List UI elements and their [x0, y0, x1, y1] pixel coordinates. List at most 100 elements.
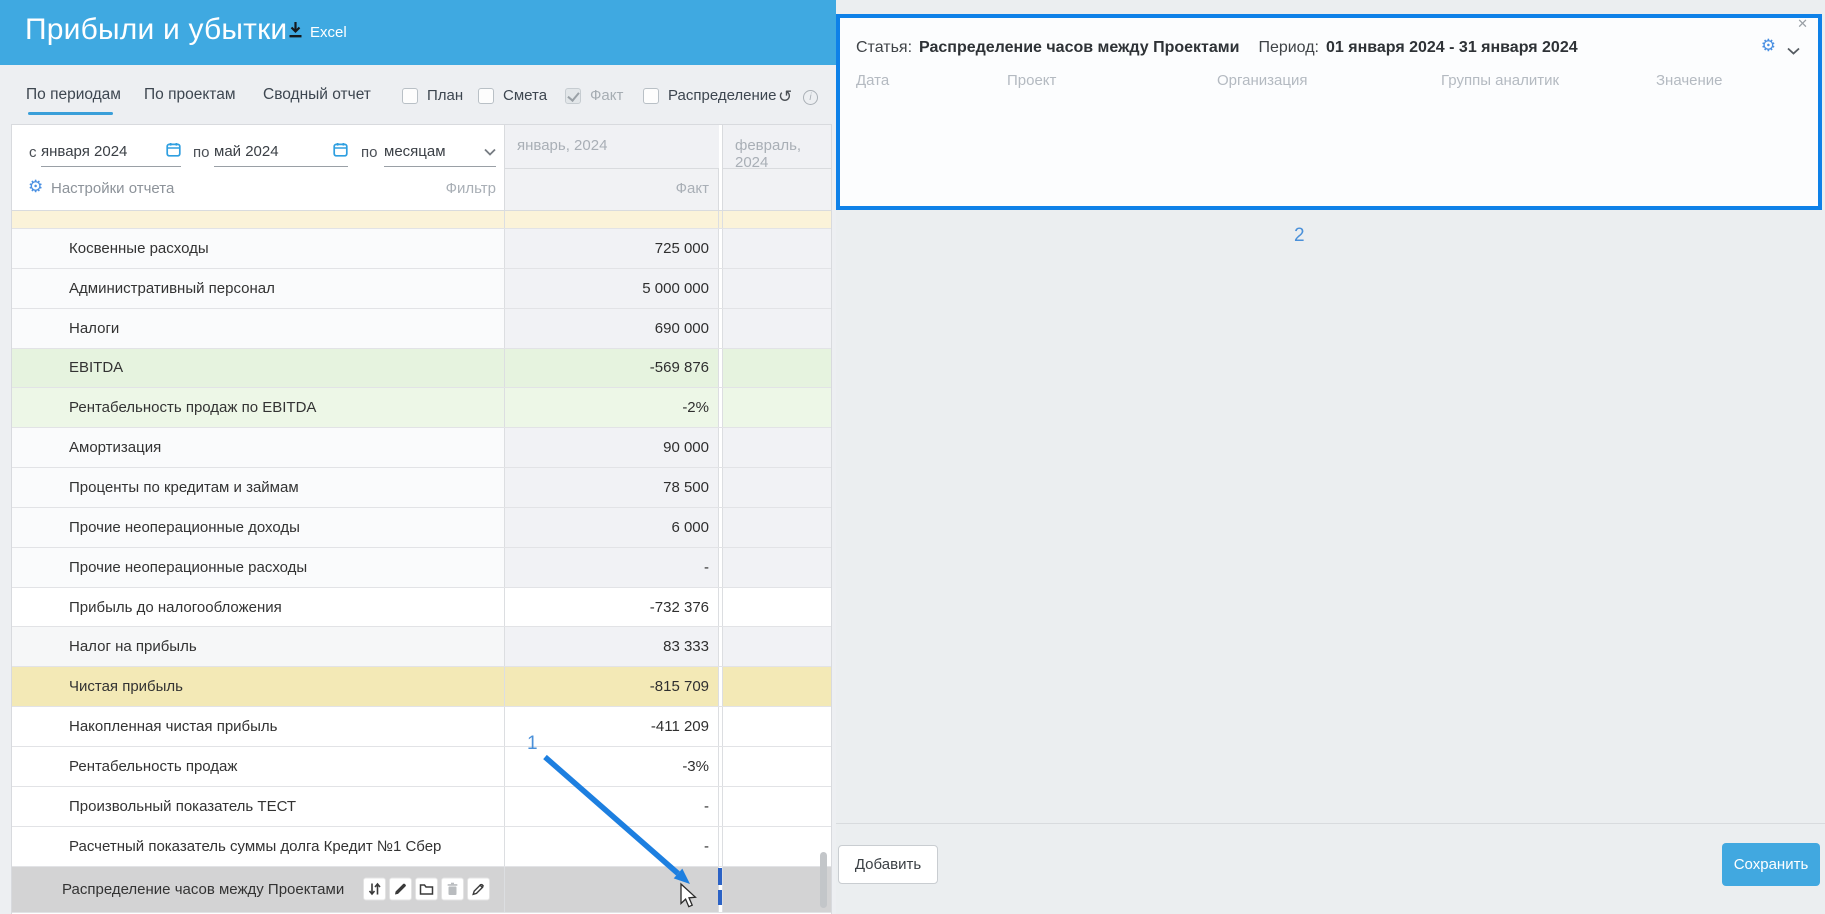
report-settings-link[interactable]: Настройки отчета	[51, 180, 174, 197]
table-row[interactable]: Прочие неоперационные расходы -	[12, 547, 831, 588]
report-settings-row: ⚙ Настройки отчета Фильтр	[12, 169, 504, 210]
tab-by-projects[interactable]: По проектам	[144, 86, 235, 104]
edit-row-icon[interactable]	[389, 877, 412, 901]
save-button[interactable]: Сохранить	[1722, 843, 1820, 886]
calendar-icon[interactable]	[333, 142, 348, 162]
panel-chevron-down-icon[interactable]	[1787, 42, 1800, 60]
distribution-panel: Статья: Распределение часов между Проект…	[836, 14, 1822, 210]
table-row[interactable]: Прибыль до налогообложения -732 376	[12, 587, 831, 628]
checkbox-fact[interactable]: Факт	[565, 87, 623, 104]
row-value-january	[504, 866, 724, 912]
table-row[interactable]: Проценты по кредитам и займам 78 500	[12, 468, 831, 508]
row-value-february	[722, 866, 831, 912]
row-value-february	[722, 826, 831, 866]
row-value-february	[722, 547, 831, 587]
checkbox-plan[interactable]: План	[402, 87, 463, 104]
table-row[interactable]: Распределение часов между Проектами	[12, 866, 831, 913]
panel-footer-separator	[836, 823, 1825, 824]
row-label: Амортизация	[12, 428, 504, 468]
subheader-fact: Факт	[504, 169, 719, 210]
table-row[interactable]: Произвольный показатель ТЕСТ -	[12, 786, 831, 827]
row-value-february	[722, 587, 831, 627]
row-value-january: 90 000	[504, 428, 719, 468]
row-value-january: -569 876	[504, 348, 719, 388]
delete-row-icon[interactable]	[441, 877, 464, 901]
row-label: Распределение часов между Проектами	[12, 866, 504, 912]
row-value-january: -815 709	[504, 667, 719, 707]
row-value-february	[722, 428, 831, 468]
table-row[interactable]: Административный персонал 5 000 000	[12, 268, 831, 309]
group-by-label: по	[361, 144, 378, 161]
article-label: Статья:	[856, 39, 913, 56]
date-from-input[interactable]: января 2024	[41, 137, 181, 167]
column-header-january: январь, 2024	[504, 125, 719, 169]
table-row[interactable]: Амортизация 90 000	[12, 428, 831, 469]
row-value-february	[722, 388, 831, 428]
excel-label: Excel	[310, 23, 347, 41]
row-value-february	[722, 229, 831, 268]
table-row[interactable]: Чистая прибыль -815 709	[12, 667, 831, 708]
row-label: Прочие неоперационные расходы	[12, 547, 504, 587]
row-value-january: 690 000	[504, 308, 719, 348]
row-label: Рентабельность продаж	[12, 746, 504, 786]
subheader-february	[722, 169, 831, 210]
checkbox-distribution[interactable]: Распределение	[643, 87, 777, 104]
row-label: Чистая прибыль	[12, 667, 504, 707]
group-by-select[interactable]: месяцам	[384, 137, 496, 167]
row-value-january: 6 000	[504, 507, 719, 547]
row-value-february	[722, 348, 831, 388]
row-label: Рентабельность продаж по EBITDA	[12, 388, 504, 428]
row-value-january: -3%	[504, 746, 719, 786]
row-value-january: -	[504, 547, 719, 587]
table-row[interactable]: Накопленная чистая прибыль -411 209	[12, 707, 831, 747]
row-toolbar	[363, 877, 490, 901]
move-row-icon[interactable]	[363, 877, 386, 901]
table-row[interactable]: Рентабельность продаж по EBITDA -2%	[12, 388, 831, 429]
screen: Прибыли и убытки Excel По периодам По пр…	[0, 0, 1825, 914]
table-row[interactable]: EBITDA -569 876	[12, 348, 831, 389]
table-row[interactable]: Прочие неоперационные доходы 6 000	[12, 507, 831, 548]
info-icon[interactable]: i	[803, 90, 818, 105]
gear-icon[interactable]: ⚙	[28, 178, 43, 195]
to-label: по	[193, 144, 210, 161]
table-row[interactable]: Налоги 690 000	[12, 308, 831, 349]
from-label: с	[29, 144, 37, 161]
table-row[interactable]: Налог на прибыль 83 333	[12, 627, 831, 668]
row-label: Расчетный показатель суммы долга Кредит …	[12, 826, 504, 866]
row-label: Произвольный показатель ТЕСТ	[12, 786, 504, 826]
undo-icon[interactable]: ↺	[778, 88, 792, 105]
checkbox-icon	[565, 87, 581, 104]
folder-icon[interactable]	[415, 877, 438, 901]
table-row[interactable]: Косвенные расходы 725 000	[12, 229, 831, 269]
panel-col-analytics-groups: Группы аналитик	[1441, 72, 1560, 89]
checkbox-smeta[interactable]: Смета	[478, 87, 547, 104]
excel-export-button[interactable]: Excel	[287, 21, 347, 43]
pipette-icon[interactable]	[467, 877, 490, 901]
table-row[interactable]: Рентабельность продаж -3%	[12, 746, 831, 787]
row-value-january: 725 000	[504, 229, 719, 268]
row-value-february	[722, 627, 831, 667]
panel-col-date: Дата	[856, 72, 890, 89]
row-value-february	[722, 746, 831, 786]
row-label: Прибыль до налогообложения	[12, 587, 504, 627]
report-table-card: с января 2024 по май 2024 по месяцам ⚙ Н…	[11, 124, 832, 914]
row-label: Проценты по кредитам и займам	[12, 468, 504, 507]
panel-close-icon[interactable]: ✕	[1797, 16, 1808, 32]
tab-summary-report[interactable]: Сводный отчет	[263, 86, 371, 104]
period-filters: с января 2024 по май 2024 по месяцам ⚙ Н…	[12, 125, 504, 210]
add-button[interactable]: Добавить	[838, 845, 938, 884]
vertical-scrollbar-thumb[interactable]	[820, 852, 827, 908]
article-value: Распределение часов между Проектами	[919, 39, 1240, 56]
calendar-icon[interactable]	[166, 142, 181, 162]
date-to-input[interactable]: май 2024	[214, 137, 348, 167]
table-row[interactable]: Расчетный показатель суммы долга Кредит …	[12, 826, 831, 867]
row-value-january: -	[504, 786, 719, 826]
column-header-february: февраль, 2024	[722, 125, 831, 171]
panel-gear-icon[interactable]: ⚙	[1761, 37, 1776, 54]
download-icon	[287, 21, 304, 43]
tabs-row: По периодам По проектам Сводный отчет Пл…	[0, 65, 836, 124]
chevron-down-icon	[484, 143, 496, 161]
tab-by-periods[interactable]: По периодам	[26, 86, 121, 104]
row-value-february	[722, 268, 831, 308]
row-value-february	[722, 667, 831, 707]
